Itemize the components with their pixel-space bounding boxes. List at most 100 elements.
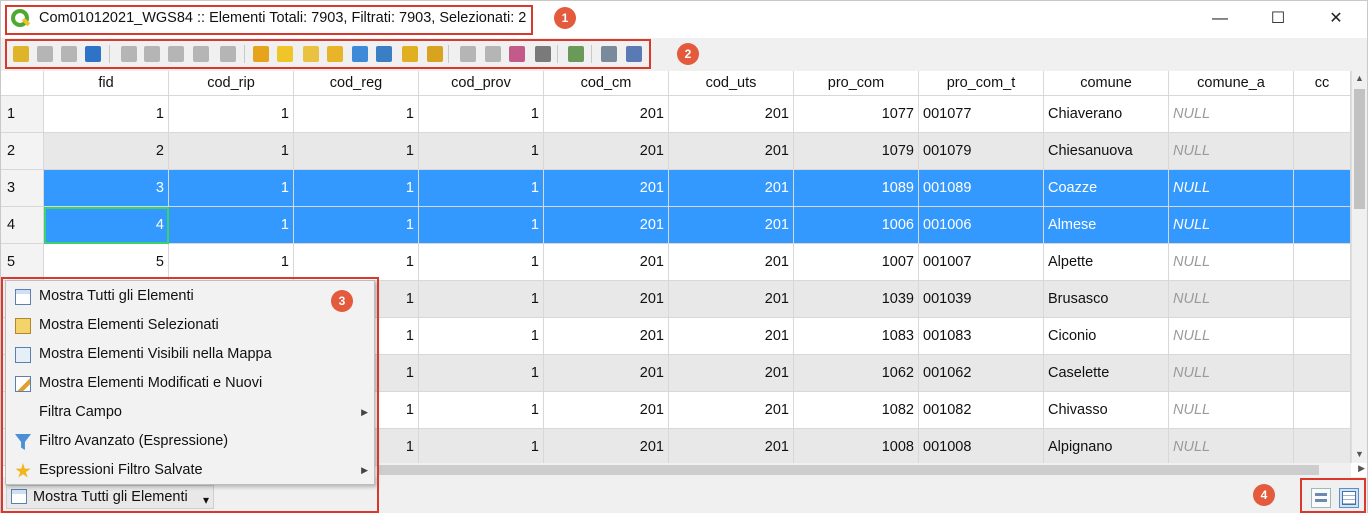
column-header-cod_cm[interactable]: cod_cm (544, 71, 669, 96)
table-cell-cod_uts[interactable]: 201 (669, 96, 794, 133)
table-cell-cod_cm[interactable]: 201 (544, 355, 669, 392)
table-cell-cod_prov[interactable]: 1 (419, 318, 544, 355)
table-cell-pro_com[interactable]: 1039 (794, 281, 919, 318)
table-cell-comune_a[interactable]: NULL (1169, 392, 1294, 429)
table-cell-comune_a[interactable]: NULL (1169, 133, 1294, 170)
column-header-cod_uts[interactable]: cod_uts (669, 71, 794, 96)
table-cell-cod_uts[interactable]: 201 (669, 281, 794, 318)
table-cell-comune[interactable]: Caselette (1044, 355, 1169, 392)
table-cell-cod_cm[interactable]: 201 (544, 96, 669, 133)
table-cell-comune[interactable]: Chiesanuova (1044, 133, 1169, 170)
table-cell-cc[interactable] (1294, 96, 1351, 133)
table-cell-comune_a[interactable]: NULL (1169, 244, 1294, 281)
table-cell-cod_prov[interactable]: 1 (419, 281, 544, 318)
table-cell-fid[interactable]: 3 (44, 170, 169, 207)
table-cell-pro_com[interactable]: 1006 (794, 207, 919, 244)
form-view-button[interactable] (1311, 488, 1331, 508)
new-field-icon[interactable] (460, 46, 476, 62)
table-cell-pro_com_t[interactable]: 001039 (919, 281, 1044, 318)
table-cell-cod_rip[interactable]: 1 (169, 244, 294, 281)
table-cell-pro_com[interactable]: 1083 (794, 318, 919, 355)
menu-item[interactable]: Filtro Avanzato (Espressione) (6, 427, 374, 456)
table-cell-cod_cm[interactable]: 201 (544, 281, 669, 318)
table-row[interactable]: 1 1 1 1 1 201 201 1077 001077 Chiaverano NULL (1, 96, 1351, 133)
table-cell-cod_rip[interactable]: 1 (169, 133, 294, 170)
dock-icon[interactable] (568, 46, 584, 62)
scroll-up-icon[interactable]: ▲ (1355, 73, 1364, 83)
table-row[interactable]: 5 5 1 1 1 201 201 1007 001007 Alpette NULL (1, 244, 1351, 281)
table-cell-pro_com_t[interactable]: 001008 (919, 429, 1044, 466)
menu-item[interactable]: Espressioni Filtro Salvate ▶ (6, 456, 374, 485)
table-cell-pro_com[interactable]: 1077 (794, 96, 919, 133)
table-cell-pro_com_t[interactable]: 001089 (919, 170, 1044, 207)
table-cell-comune_a[interactable]: NULL (1169, 170, 1294, 207)
table-cell-cod_cm[interactable]: 201 (544, 133, 669, 170)
column-header-comune[interactable]: comune (1044, 71, 1169, 96)
table-cell-cod_cm[interactable]: 201 (544, 170, 669, 207)
table-cell-cod_uts[interactable]: 201 (669, 170, 794, 207)
move-selection-top-icon[interactable] (376, 46, 392, 62)
column-header-cod_prov[interactable]: cod_prov (419, 71, 544, 96)
deselect-all-icon[interactable] (327, 46, 343, 62)
invert-selection-icon[interactable] (303, 46, 319, 62)
maximize-button[interactable]: ☐ (1249, 3, 1307, 35)
table-cell-pro_com[interactable]: 1008 (794, 429, 919, 466)
table-cell-cod_rip[interactable]: 1 (169, 207, 294, 244)
scroll-down-icon[interactable]: ▼ (1355, 449, 1364, 459)
table-cell-comune[interactable]: Chivasso (1044, 392, 1169, 429)
table-cell-cod_cm[interactable]: 201 (544, 392, 669, 429)
menu-item[interactable]: Mostra Tutti gli Elementi (6, 282, 374, 311)
table-cell-cc[interactable] (1294, 170, 1351, 207)
column-header-cc[interactable]: cc (1294, 71, 1351, 96)
table-cell-cod_prov[interactable]: 1 (419, 355, 544, 392)
column-header-pro_com[interactable]: pro_com (794, 71, 919, 96)
table-cell-cod_uts[interactable]: 201 (669, 133, 794, 170)
table-cell-cod_rip[interactable]: 1 (169, 170, 294, 207)
table-cell-cc[interactable] (1294, 281, 1351, 318)
table-cell-comune_a[interactable]: NULL (1169, 355, 1294, 392)
table-cell-cc[interactable] (1294, 244, 1351, 281)
table-cell-pro_com_t[interactable]: 001077 (919, 96, 1044, 133)
cut-icon[interactable] (168, 46, 184, 62)
table-cell-cod_prov[interactable]: 1 (419, 392, 544, 429)
menu-item[interactable]: Mostra Elementi Modificati e Nuovi (6, 369, 374, 398)
menu-item[interactable]: Mostra Elementi Selezionati (6, 311, 374, 340)
row-header[interactable]: 5 (1, 244, 44, 281)
table-cell-fid[interactable]: 1 (44, 96, 169, 133)
table-cell-cc[interactable] (1294, 207, 1351, 244)
table-cell-cod_prov[interactable]: 1 (419, 133, 544, 170)
horizontal-scroll-thumb[interactable] (379, 465, 1319, 475)
actions-icon[interactable] (601, 46, 617, 62)
table-cell-comune_a[interactable]: NULL (1169, 281, 1294, 318)
table-cell-cod_prov[interactable]: 1 (419, 207, 544, 244)
toggle-editing-icon[interactable] (13, 46, 29, 62)
table-cell-cod_reg[interactable]: 1 (294, 96, 419, 133)
field-calculator-icon[interactable] (509, 46, 525, 62)
row-header[interactable]: 3 (1, 170, 44, 207)
table-cell-cc[interactable] (1294, 429, 1351, 466)
horizontal-scrollbar[interactable]: ▶ (379, 463, 1365, 477)
table-cell-cod_reg[interactable]: 1 (294, 170, 419, 207)
table-cell-pro_com[interactable]: 1079 (794, 133, 919, 170)
select-all-icon[interactable] (277, 46, 293, 62)
table-cell-pro_com[interactable]: 1082 (794, 392, 919, 429)
table-cell-comune_a[interactable]: NULL (1169, 96, 1294, 133)
table-cell-fid[interactable]: 5 (44, 244, 169, 281)
vertical-scrollbar[interactable]: ▲ ▼ (1351, 71, 1367, 463)
reload-icon[interactable] (85, 46, 101, 62)
column-header-cod_reg[interactable]: cod_reg (294, 71, 419, 96)
delete-field-icon[interactable] (485, 46, 501, 62)
table-cell-cod_reg[interactable]: 1 (294, 207, 419, 244)
table-row[interactable]: 3 3 1 1 1 201 201 1089 001089 Coazze NULL (1, 170, 1351, 207)
table-cell-cc[interactable] (1294, 133, 1351, 170)
table-cell-pro_com_t[interactable]: 001082 (919, 392, 1044, 429)
save-edits-icon[interactable] (61, 46, 77, 62)
table-cell-comune_a[interactable]: NULL (1169, 318, 1294, 355)
table-cell-cod_cm[interactable]: 201 (544, 318, 669, 355)
table-row[interactable]: 2 2 1 1 1 201 201 1079 001079 Chiesanuova NULL (1, 133, 1351, 170)
table-cell-cod_uts[interactable]: 201 (669, 318, 794, 355)
table-cell-cod_uts[interactable]: 201 (669, 244, 794, 281)
table-cell-cod_uts[interactable]: 201 (669, 355, 794, 392)
select-by-expression-icon[interactable] (253, 46, 269, 62)
copy-icon[interactable] (193, 46, 209, 62)
